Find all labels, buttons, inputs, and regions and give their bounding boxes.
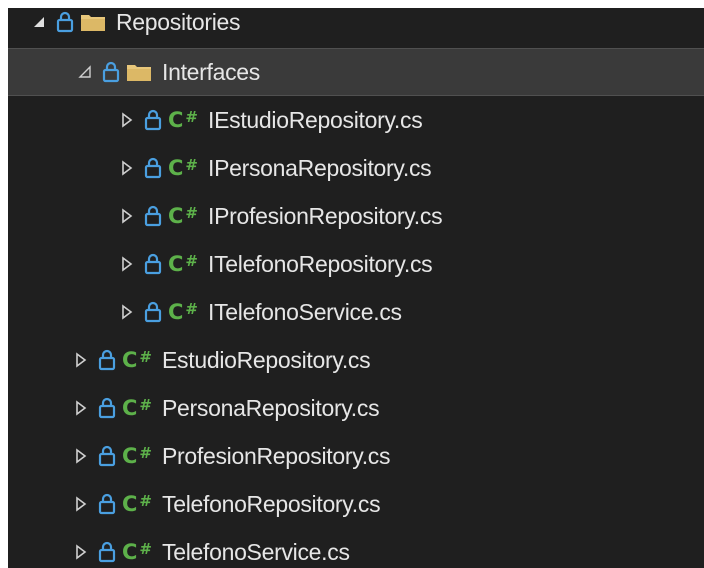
csharp-file-icon: C # xyxy=(122,492,152,516)
lock-icon xyxy=(144,301,162,323)
collapsed-arrow-icon[interactable] xyxy=(116,109,138,131)
csharp-file-icon: C # xyxy=(122,444,152,468)
csharp-file-icon: C # xyxy=(168,204,198,228)
file-label: TelefonoRepository.cs xyxy=(162,490,381,517)
file-label: IEstudioRepository.cs xyxy=(208,106,423,133)
csharp-file-icon: C # xyxy=(168,156,198,180)
tree-node-label: Interfaces xyxy=(162,58,260,85)
tree-node-interfaces[interactable]: Interfaces xyxy=(8,48,704,96)
collapsed-arrow-icon[interactable] xyxy=(116,205,138,227)
file-label: ProfesionRepository.cs xyxy=(162,442,391,469)
lock-icon xyxy=(98,349,116,371)
file-label: PersonaRepository.cs xyxy=(162,394,380,421)
collapsed-arrow-icon[interactable] xyxy=(70,445,92,467)
tree-node-repositories[interactable]: Repositories xyxy=(8,8,704,46)
expanded-arrow-icon[interactable] xyxy=(28,11,50,33)
lock-icon xyxy=(144,157,162,179)
lock-icon xyxy=(144,205,162,227)
lock-icon xyxy=(102,61,120,83)
csharp-file-icon: C # xyxy=(122,348,152,372)
tree-node-file[interactable]: C # IProfesionRepository.cs xyxy=(8,192,704,240)
lock-icon xyxy=(56,11,74,33)
folder-icon xyxy=(81,15,105,31)
lock-icon xyxy=(144,253,162,275)
collapsed-arrow-icon[interactable] xyxy=(116,157,138,179)
collapsed-arrow-icon[interactable] xyxy=(116,253,138,275)
csharp-file-icon: C # xyxy=(168,300,198,324)
lock-icon xyxy=(144,109,162,131)
file-label: IProfesionRepository.cs xyxy=(208,202,443,229)
solution-explorer-tree: Repositories Interfaces C # IEstudioRepos… xyxy=(8,8,704,568)
lock-icon xyxy=(98,397,116,419)
csharp-file-icon: C # xyxy=(122,540,152,564)
file-label: ITelefonoRepository.cs xyxy=(208,250,433,277)
file-label: EstudioRepository.cs xyxy=(162,346,371,373)
tree-node-file[interactable]: C # ITelefonoService.cs xyxy=(8,288,704,336)
csharp-file-icon: C # xyxy=(168,252,198,276)
csharp-file-icon: C # xyxy=(122,396,152,420)
lock-icon xyxy=(98,445,116,467)
file-label: TelefonoService.cs xyxy=(162,538,350,565)
lock-icon xyxy=(98,493,116,515)
tree-node-file[interactable]: C # EstudioRepository.cs xyxy=(8,336,704,384)
tree-node-file[interactable]: C # TelefonoService.cs xyxy=(8,528,704,568)
lock-icon xyxy=(98,541,116,563)
tree-node-file[interactable]: C # IEstudioRepository.cs xyxy=(8,96,704,144)
collapsed-arrow-icon[interactable] xyxy=(70,397,92,419)
file-label: ITelefonoService.cs xyxy=(208,298,402,325)
tree-node-label: Repositories xyxy=(116,8,241,35)
tree-node-file[interactable]: C # ProfesionRepository.cs xyxy=(8,432,704,480)
collapsed-arrow-icon[interactable] xyxy=(116,301,138,323)
tree-node-file[interactable]: C # PersonaRepository.cs xyxy=(8,384,704,432)
tree-node-file[interactable]: C # TelefonoRepository.cs xyxy=(8,480,704,528)
collapsed-arrow-icon[interactable] xyxy=(70,349,92,371)
folder-icon xyxy=(127,65,151,81)
tree-node-file[interactable]: C # IPersonaRepository.cs xyxy=(8,144,704,192)
file-label: IPersonaRepository.cs xyxy=(208,154,432,181)
expanded-arrow-outline-icon[interactable] xyxy=(74,61,96,83)
collapsed-arrow-icon[interactable] xyxy=(70,493,92,515)
tree-node-file[interactable]: C # ITelefonoRepository.cs xyxy=(8,240,704,288)
csharp-file-icon: C # xyxy=(168,108,198,132)
collapsed-arrow-icon[interactable] xyxy=(70,541,92,563)
